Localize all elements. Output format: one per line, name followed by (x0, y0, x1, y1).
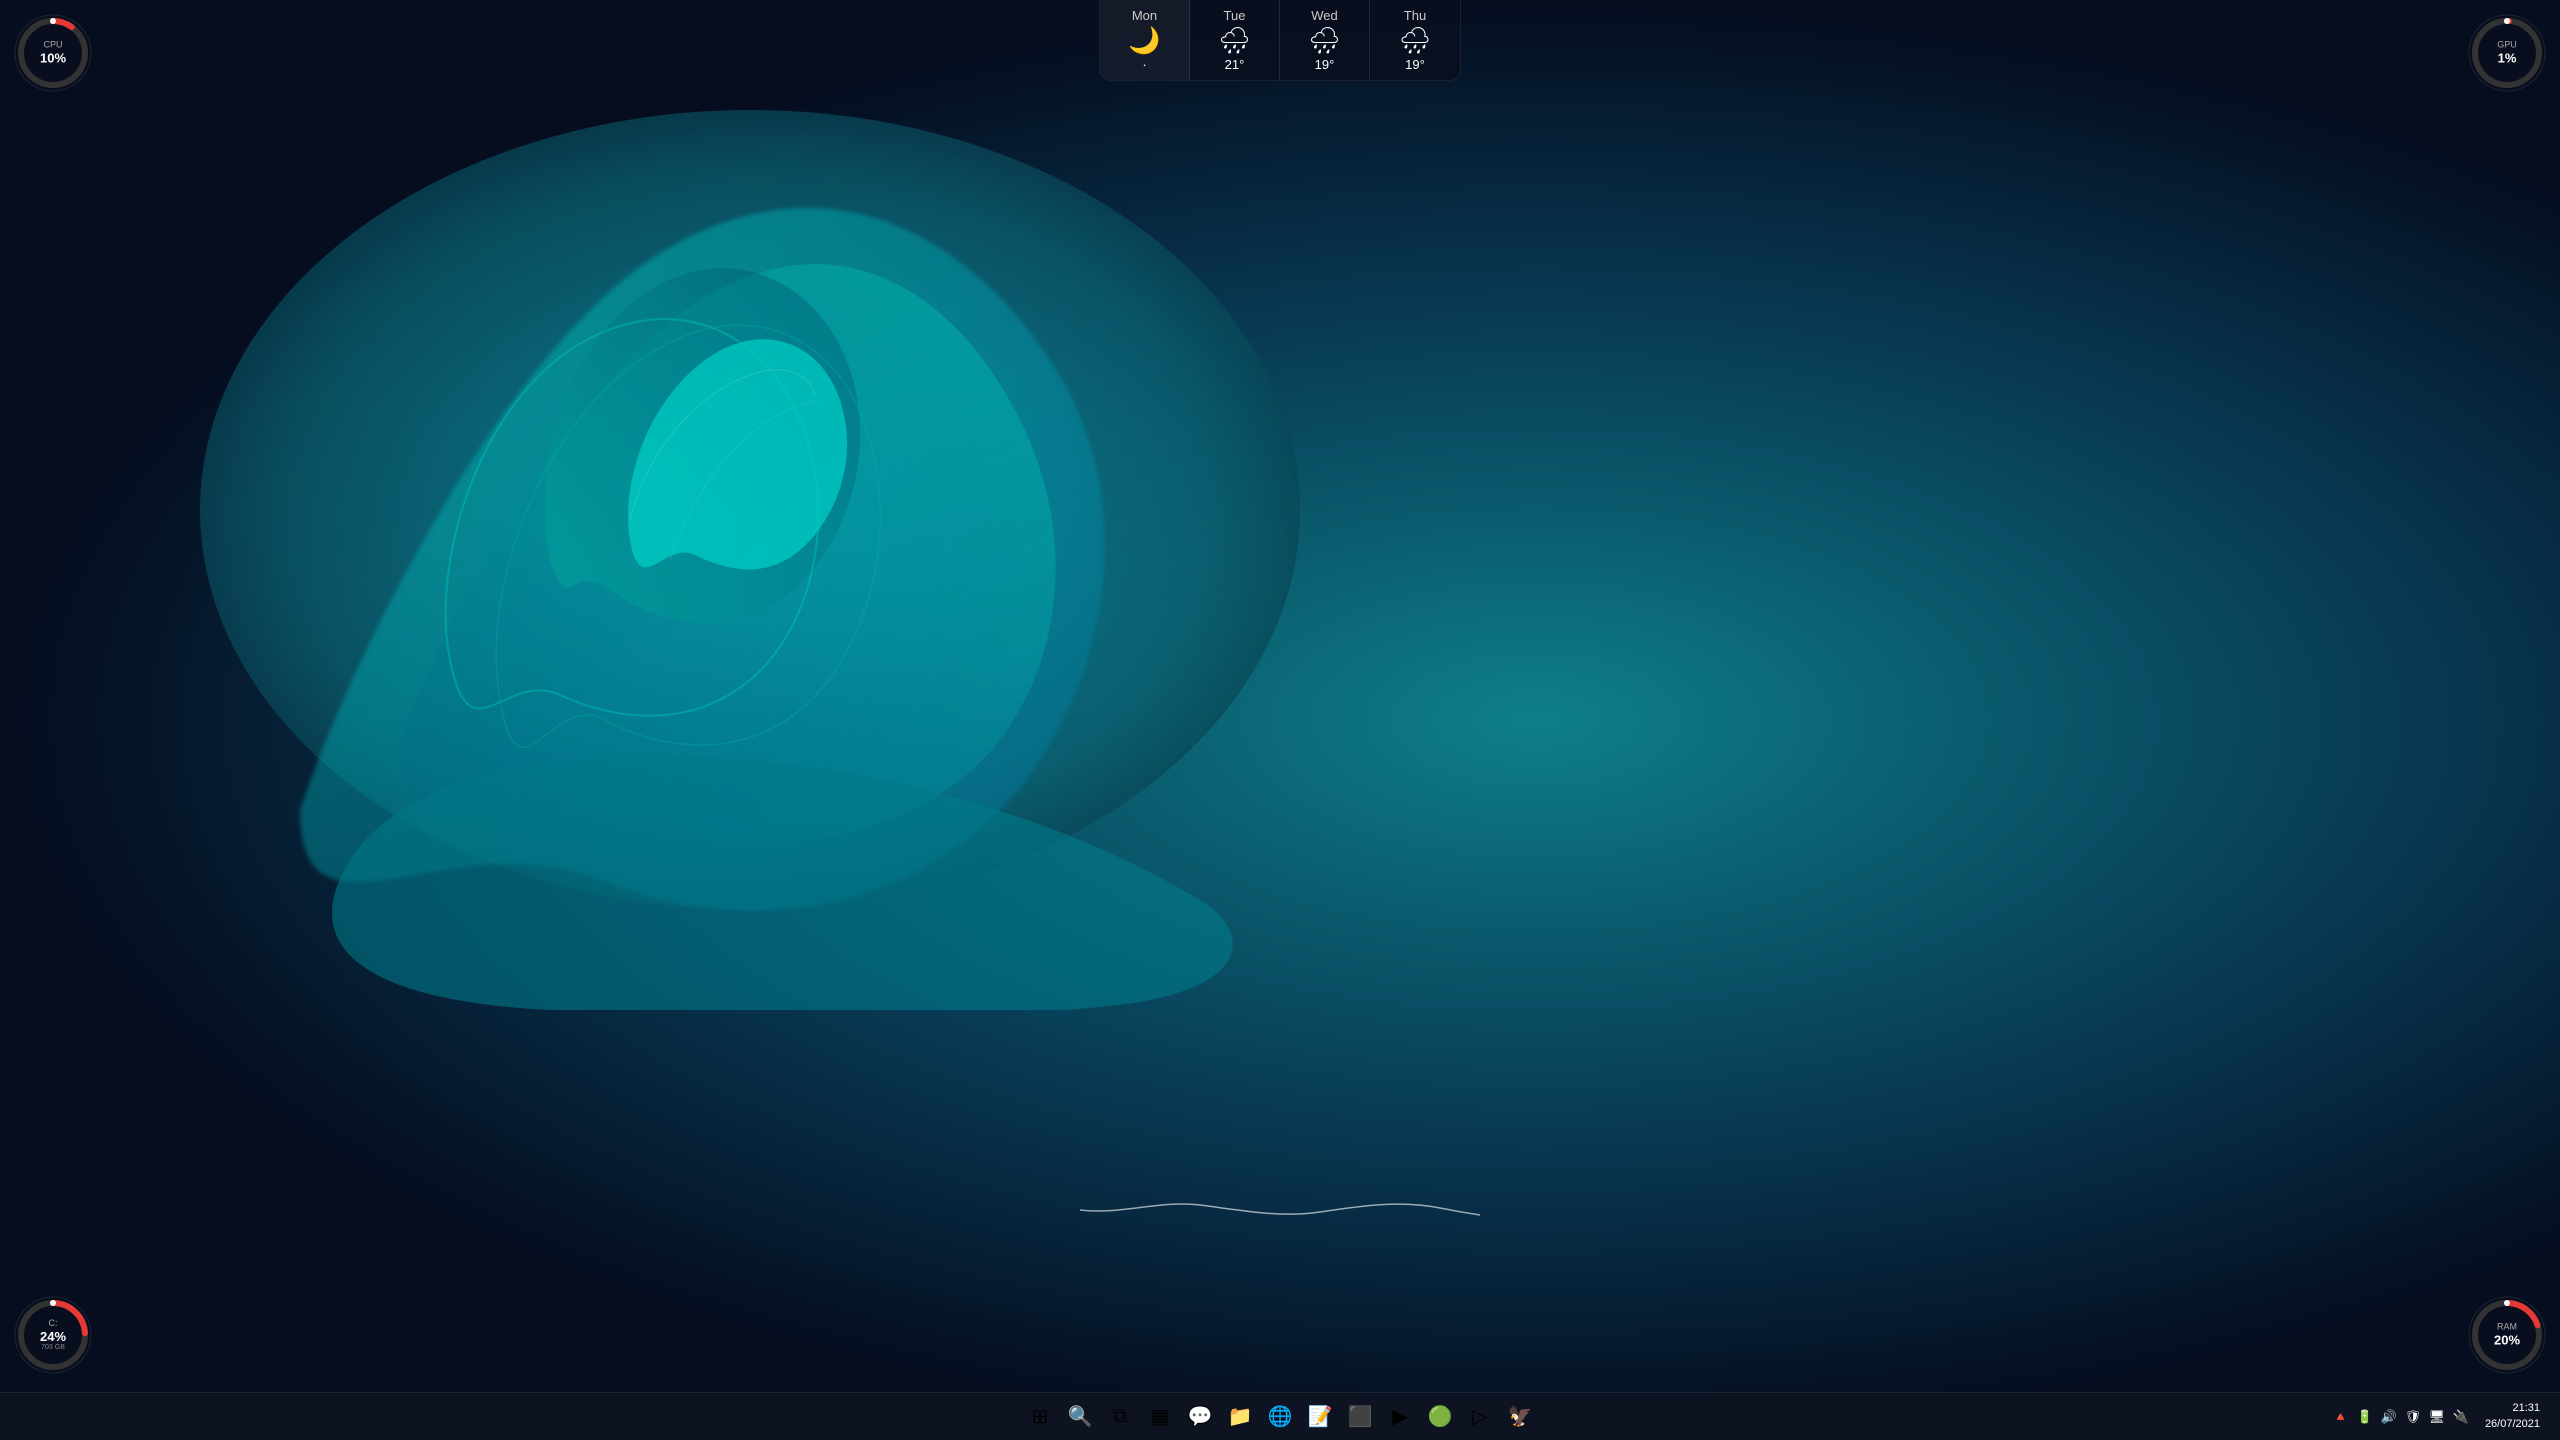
taskbar: ⊞🔍⧉▦💬📁🌐📝⬛▶🟢▷🦅 🔺🔋🔊🛡🖥🔌 21:31 26/07/2021 (0, 1392, 2560, 1440)
tray-icon-1[interactable]: 🔋 (2355, 1407, 2375, 1427)
day-icon-wed: 🌧 (1308, 27, 1341, 53)
gpu-value: 1% (2497, 50, 2517, 66)
ram-gauge: RAM 20% (2462, 1290, 2552, 1380)
day-name-wed: Wed (1311, 8, 1338, 23)
taskbar-right: 🔺🔋🔊🛡🖥🔌 21:31 26/07/2021 (2331, 1401, 2548, 1432)
disk-gauge: C: 24% 703 GB (8, 1290, 98, 1380)
taskbar-icon-search[interactable]: 🔍 (1062, 1399, 1098, 1435)
day-icon-thu: 🌧 (1398, 27, 1431, 53)
clock-time: 21:31 (2512, 1401, 2540, 1416)
taskbar-icon-chat[interactable]: 💬 (1182, 1399, 1218, 1435)
taskbar-icon-app1[interactable]: 🟢 (1422, 1399, 1458, 1435)
day-name-thu: Thu (1404, 8, 1426, 23)
weather-day-wed: Wed 🌧 19° (1280, 0, 1370, 80)
taskbar-icon-notes[interactable]: 📝 (1302, 1399, 1338, 1435)
gpu-gauge: GPU 1% (2462, 8, 2552, 98)
clock-date: 26/07/2021 (2485, 1417, 2540, 1432)
cpu-value: 10% (40, 50, 66, 66)
system-tray: 🔺🔋🔊🛡🖥🔌 (2331, 1407, 2471, 1427)
tray-icon-5[interactable]: 🔌 (2451, 1407, 2471, 1427)
cpu-label: CPU (40, 40, 66, 50)
weather-day-thu: Thu 🌧 19° (1370, 0, 1460, 80)
day-temp-tue: 21° (1225, 57, 1245, 72)
taskbar-icon-app2[interactable]: 🦅 (1502, 1399, 1538, 1435)
taskbar-icon-youtube[interactable]: ▶ (1382, 1399, 1418, 1435)
day-name-tue: Tue (1224, 8, 1246, 23)
tray-icon-2[interactable]: 🔊 (2379, 1407, 2399, 1427)
weather-day-mon: Mon 🌙 · (1100, 0, 1190, 80)
weather-widget: Mon 🌙 · Tue 🌧 21° Wed 🌧 19° Thu 🌧 19° (1099, 0, 1461, 81)
taskbar-icon-media[interactable]: ▷ (1462, 1399, 1498, 1435)
taskbar-icon-explorer[interactable]: 📁 (1222, 1399, 1258, 1435)
day-temp-mon: · (1142, 57, 1146, 72)
day-name-mon: Mon (1132, 8, 1157, 23)
taskbar-center: ⊞🔍⧉▦💬📁🌐📝⬛▶🟢▷🦅 (1022, 1399, 1538, 1435)
day-temp-thu: 19° (1405, 57, 1425, 72)
cpu-gauge: CPU 10% (8, 8, 98, 98)
day-icon-tue: 🌧 (1218, 27, 1251, 53)
tray-icon-4[interactable]: 🖥 (2427, 1407, 2447, 1427)
day-icon-mon: 🌙 (1128, 27, 1160, 53)
taskbar-icon-start[interactable]: ⊞ (1022, 1399, 1058, 1435)
taskbar-icon-taskview[interactable]: ⧉ (1102, 1399, 1138, 1435)
tray-icon-3[interactable]: 🛡 (2403, 1407, 2423, 1427)
disk-label: C: (40, 1319, 66, 1329)
disk-sublabel: 703 GB (40, 1344, 66, 1351)
wallpaper (0, 0, 2560, 1440)
gpu-label: GPU (2497, 40, 2517, 50)
ram-value: 20% (2494, 1332, 2520, 1348)
wallpaper-svg (150, 60, 1400, 1010)
ram-label: RAM (2494, 1322, 2520, 1332)
taskbar-icon-widgets[interactable]: ▦ (1142, 1399, 1178, 1435)
taskbar-clock[interactable]: 21:31 26/07/2021 (2477, 1401, 2548, 1432)
taskbar-icon-chrome[interactable]: 🌐 (1262, 1399, 1298, 1435)
day-temp-wed: 19° (1315, 57, 1335, 72)
taskbar-icon-terminal[interactable]: ⬛ (1342, 1399, 1378, 1435)
tray-icon-0[interactable]: 🔺 (2331, 1407, 2351, 1427)
weather-day-tue: Tue 🌧 21° (1190, 0, 1280, 80)
disk-value: 24% (40, 1329, 66, 1345)
